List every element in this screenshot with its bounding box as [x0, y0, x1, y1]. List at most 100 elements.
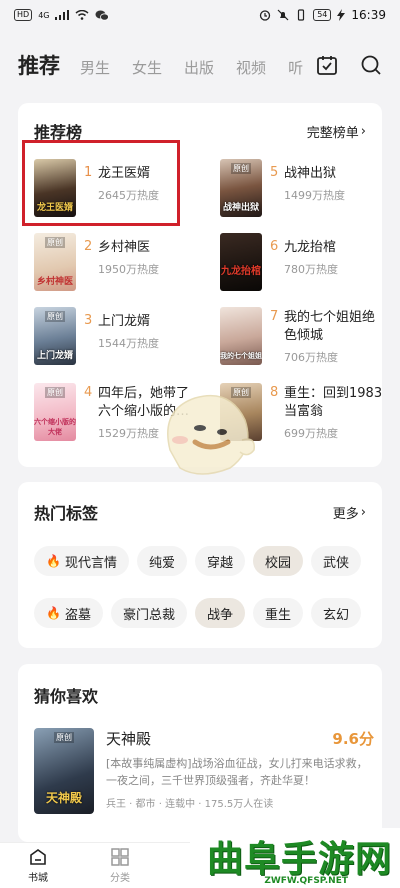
book-score: 9.6分 — [332, 730, 374, 748]
rank-number: 6 — [270, 239, 279, 254]
mute-icon — [277, 9, 289, 21]
tag-chip[interactable]: 🔥 现代言情 — [34, 546, 129, 576]
rank-number: 8 — [270, 385, 279, 400]
tag-chip[interactable]: 🔥 盗墓 — [34, 598, 103, 628]
status-time: 16:39 — [351, 8, 386, 22]
tag-row-2: 🔥 盗墓 豪门总裁 战争 重生 玄幻 — [34, 598, 362, 628]
rank-number: 3 — [84, 313, 93, 328]
full-ranking-label: 完整榜单 — [306, 125, 359, 141]
tab-publish[interactable]: 出版 — [184, 57, 214, 78]
tab-female[interactable]: 女生 — [132, 57, 162, 78]
tags-header: 热门标签 更多 › — [18, 482, 382, 542]
flame-icon: 🔥 — [46, 554, 61, 568]
rank-item-7[interactable]: 我的七个姐姐 7 我的七个姐姐绝色倾城 706万热度 — [220, 307, 390, 377]
cover-caption: 乡村神医 — [36, 277, 73, 287]
top-nav: 推荐 男生 女生 出版 视频 听 — [0, 40, 400, 90]
rank-item-3[interactable]: 原创 上门龙婿 3 上门龙婿 1544万热度 — [34, 307, 204, 369]
cover-caption: 九龙抬棺 — [221, 266, 261, 277]
cover-tag: 原创 — [45, 311, 65, 322]
alarm-icon — [260, 10, 271, 21]
tag-chip[interactable]: 校园 — [253, 546, 304, 576]
battery-indicator: 54 — [313, 9, 332, 21]
guess-card: 猜你喜欢 原创 天神殿 天神殿 9.6分 [本故事纯属虚构]战场浴血征战，女儿打… — [18, 664, 382, 842]
book-title: 九龙抬棺 — [284, 240, 337, 255]
highlight-box — [22, 140, 180, 226]
calendar-check-icon[interactable] — [316, 54, 338, 76]
nav-bookstore[interactable]: 书城 — [18, 847, 58, 884]
book-heat: 1499万热度 — [284, 189, 345, 202]
tag-label: 武侠 — [323, 555, 350, 571]
hd-badge: HD — [14, 9, 33, 21]
book-heat: 706万热度 — [284, 351, 338, 364]
book-title: 上门龙婿 — [98, 314, 151, 329]
cover-tag: 原创 — [54, 732, 74, 743]
nav-tabs: 推荐 男生 女生 出版 视频 听 — [18, 50, 318, 80]
status-bar: HD 4G 54 16:39 — [0, 0, 400, 30]
search-icon[interactable] — [360, 54, 382, 76]
tag-label: 纯爱 — [148, 555, 175, 571]
watermark-url: ZWFW.QFSP.NET — [264, 876, 348, 886]
book-title: 重生：回到1983当富翁 — [284, 386, 383, 419]
chevron-right-icon: › — [360, 504, 366, 520]
rank-number: 4 — [84, 385, 93, 400]
tag-chip[interactable]: 战争 — [194, 598, 245, 628]
book-cover: 原创 天神殿 — [34, 728, 94, 814]
cover-caption: 我的七个姐姐 — [220, 352, 262, 360]
home-icon — [30, 849, 46, 865]
rank-number: 7 — [270, 309, 279, 324]
tag-label: 玄幻 — [323, 607, 350, 623]
book-meta: 兵王 · 都市 · 连载中 · 175.5万人在读 — [106, 799, 274, 810]
nav-category-label: 分类 — [110, 873, 130, 884]
book-description: [本故事纯属虚构]战场浴血征战，女儿打来电话求救，一夜之间，三千世界顶级强者，齐… — [106, 757, 368, 787]
book-heat: 780万热度 — [284, 263, 338, 276]
tag-label: 现代言情 — [64, 555, 117, 571]
tags-title: 热门标签 — [34, 504, 99, 523]
tab-recommend[interactable]: 推荐 — [18, 50, 60, 80]
tag-label: 战争 — [206, 607, 233, 623]
tab-listen[interactable]: 听 — [288, 57, 303, 78]
tags-card: 热门标签 更多 › 🔥 现代言情 纯爱 穿越 校园 武侠 🔥 盗墓 豪门总裁 战争 … — [18, 482, 382, 648]
charging-icon — [337, 9, 346, 21]
status-left: HD 4G — [14, 9, 110, 21]
book-title: 战神出狱 — [284, 166, 337, 181]
rank-item-5[interactable]: 原创 战神出狱 5 战神出狱 1499万热度 — [220, 159, 390, 221]
rank-number: 2 — [84, 239, 93, 254]
book-cover: 原创 六个缩小版的大佬 — [34, 383, 76, 441]
tab-male[interactable]: 男生 — [80, 57, 110, 78]
tag-chip[interactable]: 豪门总裁 — [110, 598, 187, 628]
cover-tag: 原创 — [45, 237, 65, 248]
signal-icon — [55, 10, 70, 20]
vibrate-icon — [298, 9, 305, 21]
full-ranking-link[interactable]: 完整榜单 › — [307, 122, 366, 141]
tag-label: 重生 — [265, 607, 292, 623]
tag-chip[interactable]: 穿越 — [194, 546, 245, 576]
book-cover: 原创 乡村神医 — [34, 233, 76, 291]
book-cover: 我的七个姐姐 — [220, 307, 262, 365]
book-title: 乡村神医 — [98, 240, 151, 255]
guess-header: 猜你喜欢 — [18, 664, 382, 726]
tags-more-label: 更多 — [332, 506, 359, 522]
cover-caption: 上门龙婿 — [36, 351, 73, 361]
book-cover: 原创 上门龙婿 — [34, 307, 76, 365]
tags-more-link[interactable]: 更多 › — [333, 503, 366, 522]
nav-category[interactable]: 分类 — [100, 847, 140, 884]
tag-label: 穿越 — [206, 555, 233, 571]
tab-video[interactable]: 视频 — [236, 57, 266, 78]
tag-chip[interactable]: 武侠 — [311, 546, 362, 576]
tag-chip[interactable]: 重生 — [253, 598, 304, 628]
wifi-icon — [76, 10, 89, 20]
guess-title: 猜你喜欢 — [34, 687, 99, 706]
network-badge: 4G — [38, 10, 50, 20]
watermark-text: 曲阜手游网 — [206, 839, 392, 880]
nav-bookstore-label: 书城 — [28, 873, 48, 884]
cover-tag: 原创 — [45, 387, 65, 398]
tag-chip[interactable]: 玄幻 — [311, 598, 362, 628]
rank-item-6[interactable]: 九龙抬棺 6 九龙抬棺 780万热度 — [220, 233, 390, 295]
book-title: 天神殿 — [106, 730, 152, 748]
rank-item-2[interactable]: 原创 乡村神医 2 乡村神医 1950万热度 — [34, 233, 204, 295]
tag-chip[interactable]: 纯爱 — [136, 546, 187, 576]
tag-label: 校园 — [265, 555, 292, 571]
status-right: 54 16:39 — [259, 8, 386, 22]
mascot-icon — [167, 394, 255, 475]
guess-book-item[interactable]: 原创 天神殿 天神殿 9.6分 [本故事纯属虚构]战场浴血征战，女儿打来电话求救… — [34, 728, 374, 814]
